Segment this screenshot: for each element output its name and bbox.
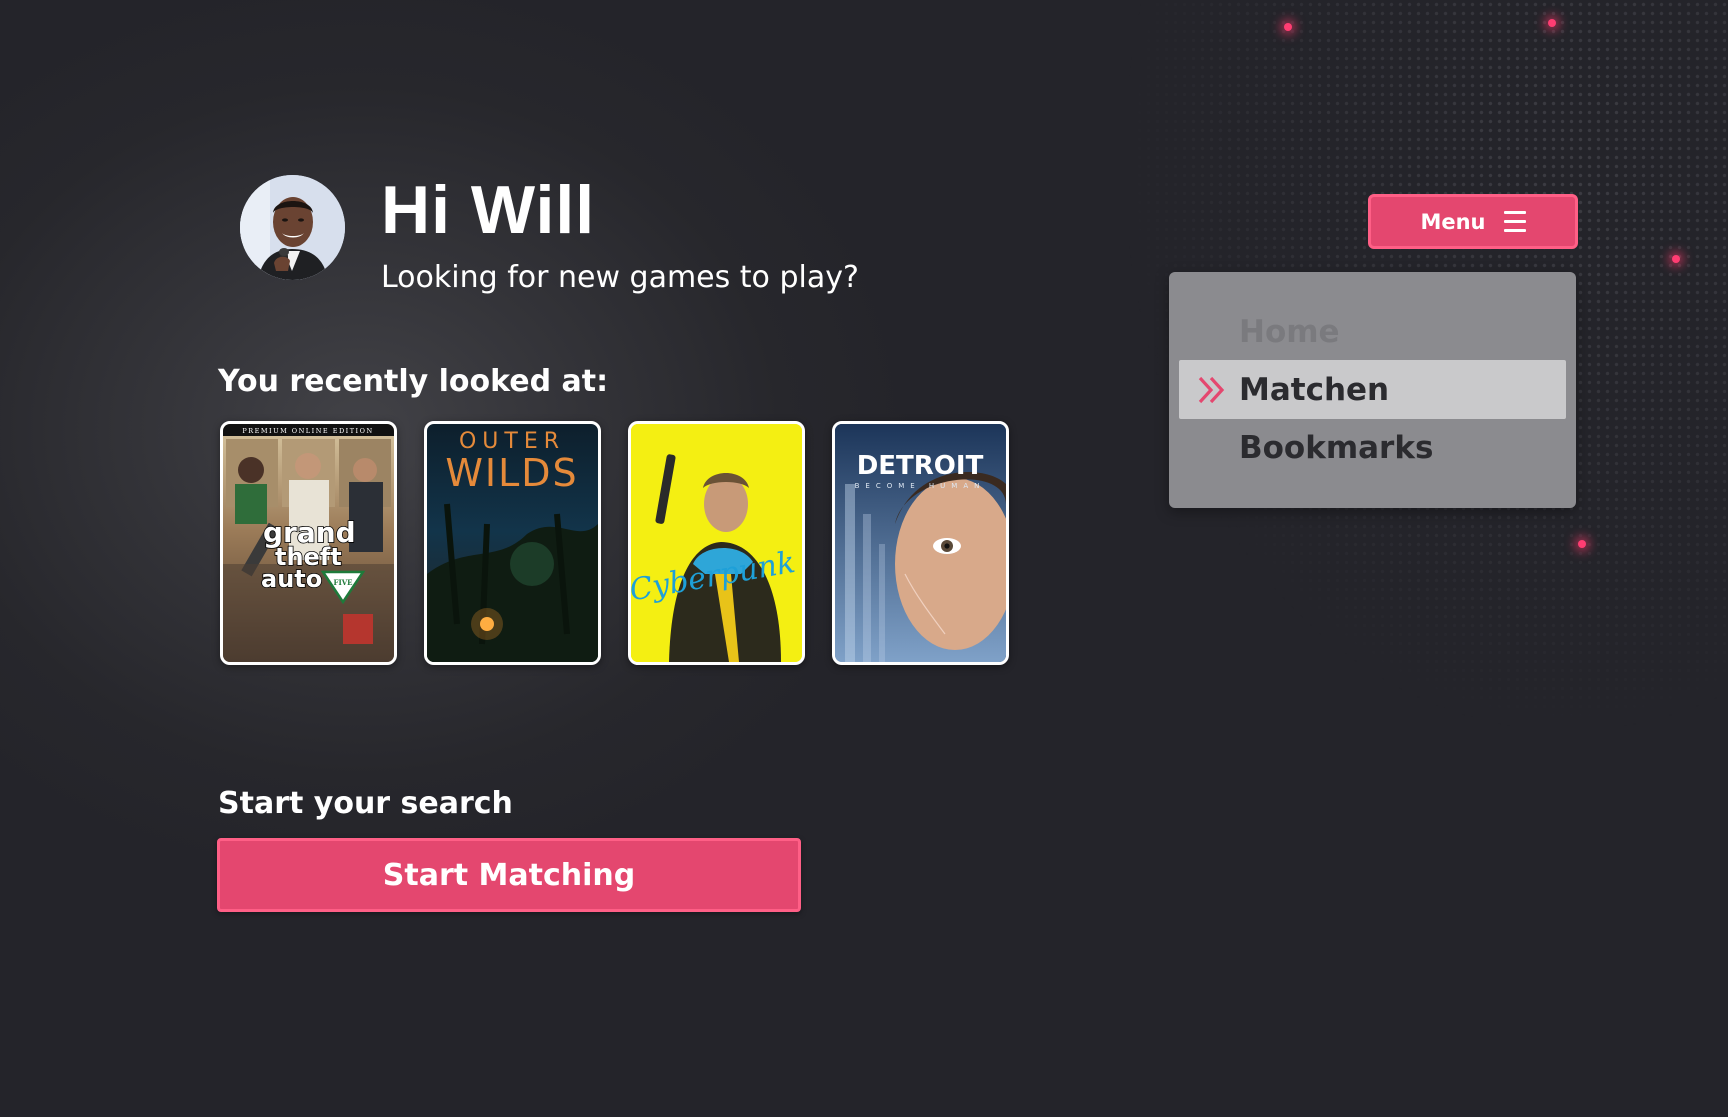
menu-item-home-label: Home (1239, 313, 1340, 350)
menu-item-bookmarks[interactable]: Bookmarks (1179, 418, 1566, 477)
greeting-subtitle: Looking for new games to play? (381, 260, 859, 295)
menu-button-label: Menu (1420, 209, 1486, 234)
gta-edition-text: PREMIUM ONLINE EDITION (242, 427, 373, 435)
double-chevron-right-icon (1198, 376, 1225, 404)
cyberpunk-cover-art: Cyberpunk (631, 424, 802, 662)
greeting-heading: Hi Will (381, 172, 596, 248)
game-card-gta-v[interactable]: PREMIUM ONLINE EDITION grand theft auto … (220, 421, 397, 665)
gta-logo-word-3: auto (261, 565, 322, 593)
decorative-glow-dot (1284, 23, 1292, 31)
menu-dropdown: Home Matchen Bookmarks (1169, 272, 1576, 508)
menu-item-matchen-label: Matchen (1239, 371, 1390, 408)
decorative-glow-dot (1578, 540, 1586, 548)
gta-v-cover-art: PREMIUM ONLINE EDITION grand theft auto … (223, 424, 394, 662)
decorative-glow-dot (1548, 19, 1556, 27)
menu-item-bookmarks-label: Bookmarks (1239, 429, 1434, 466)
menu-item-matchen[interactable]: Matchen (1179, 360, 1566, 419)
game-card-detroit[interactable]: DETROIT BECOME HUMAN (832, 421, 1009, 665)
search-heading: Start your search (218, 786, 513, 821)
outer-wilds-cover-art: OUTER WILDS (427, 429, 598, 662)
start-matching-button[interactable]: Start Matching (217, 838, 801, 912)
decorative-glow-dot (1672, 255, 1680, 263)
game-card-cyberpunk[interactable]: Cyberpunk (628, 421, 805, 665)
game-card-outer-wilds[interactable]: OUTER WILDS (424, 421, 601, 665)
detroit-subtitle: BECOME HUMAN (855, 482, 986, 490)
hamburger-icon (1503, 211, 1526, 232)
gta-logo-five: FIVE (333, 578, 352, 587)
menu-item-home[interactable]: Home (1179, 302, 1566, 361)
avatar-portrait-image (240, 175, 345, 280)
menu-button[interactable]: Menu (1368, 194, 1578, 249)
recent-games-list: PREMIUM ONLINE EDITION grand theft auto … (220, 421, 1009, 665)
halftone-background-pattern (928, 0, 1728, 1117)
user-avatar[interactable] (240, 175, 345, 280)
detroit-cover-art: DETROIT BECOME HUMAN (835, 424, 1006, 662)
detroit-logo: DETROIT (857, 451, 984, 481)
recent-games-heading: You recently looked at: (218, 364, 609, 399)
outer-wilds-title-wilds: WILDS (445, 451, 578, 495)
